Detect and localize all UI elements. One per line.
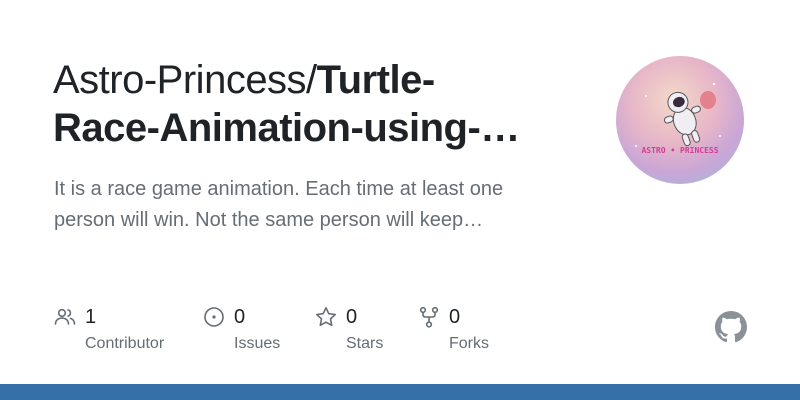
forks-label: Forks [449, 335, 489, 352]
description-line2: person will win. Not the same person wil… [54, 209, 484, 231]
fork-icon [419, 306, 439, 328]
bottom-accent-bar [0, 384, 800, 400]
forks-count: 0 [449, 305, 461, 328]
stat-stars[interactable]: 0 Stars [314, 303, 383, 353]
stars-count: 0 [346, 305, 358, 328]
star-icon [316, 307, 336, 327]
repo-name-line2: Race-Animation-using-… [53, 106, 520, 150]
repo-owner: Astro-Princess/ [53, 58, 317, 102]
repo-name-line1: Turtle- [316, 58, 435, 102]
contributors-label: Contributor [85, 335, 165, 352]
people-icon [54, 308, 76, 325]
avatar-image: ASTRO • PRINCESS [616, 56, 744, 184]
stat-contributors[interactable]: 1 Contributor [53, 303, 164, 353]
avatar-text: ASTRO • PRINCESS [641, 146, 718, 155]
github-icon[interactable] [715, 311, 747, 343]
repo-description: It is a race game animation. Each time a… [54, 174, 574, 236]
stars-label: Stars [346, 335, 384, 352]
avatar: ASTRO • PRINCESS [616, 56, 744, 184]
stat-forks[interactable]: 0 Forks [417, 303, 489, 353]
issue-icon [204, 307, 224, 327]
issues-count: 0 [234, 305, 246, 328]
description-line1: It is a race game animation. Each time a… [54, 178, 504, 200]
issues-label: Issues [234, 335, 281, 352]
contributors-count: 1 [85, 305, 97, 328]
repo-title: Astro-Princess/Turtle- Race-Animation-us… [53, 56, 593, 152]
stat-issues[interactable]: 0 Issues [202, 303, 280, 353]
